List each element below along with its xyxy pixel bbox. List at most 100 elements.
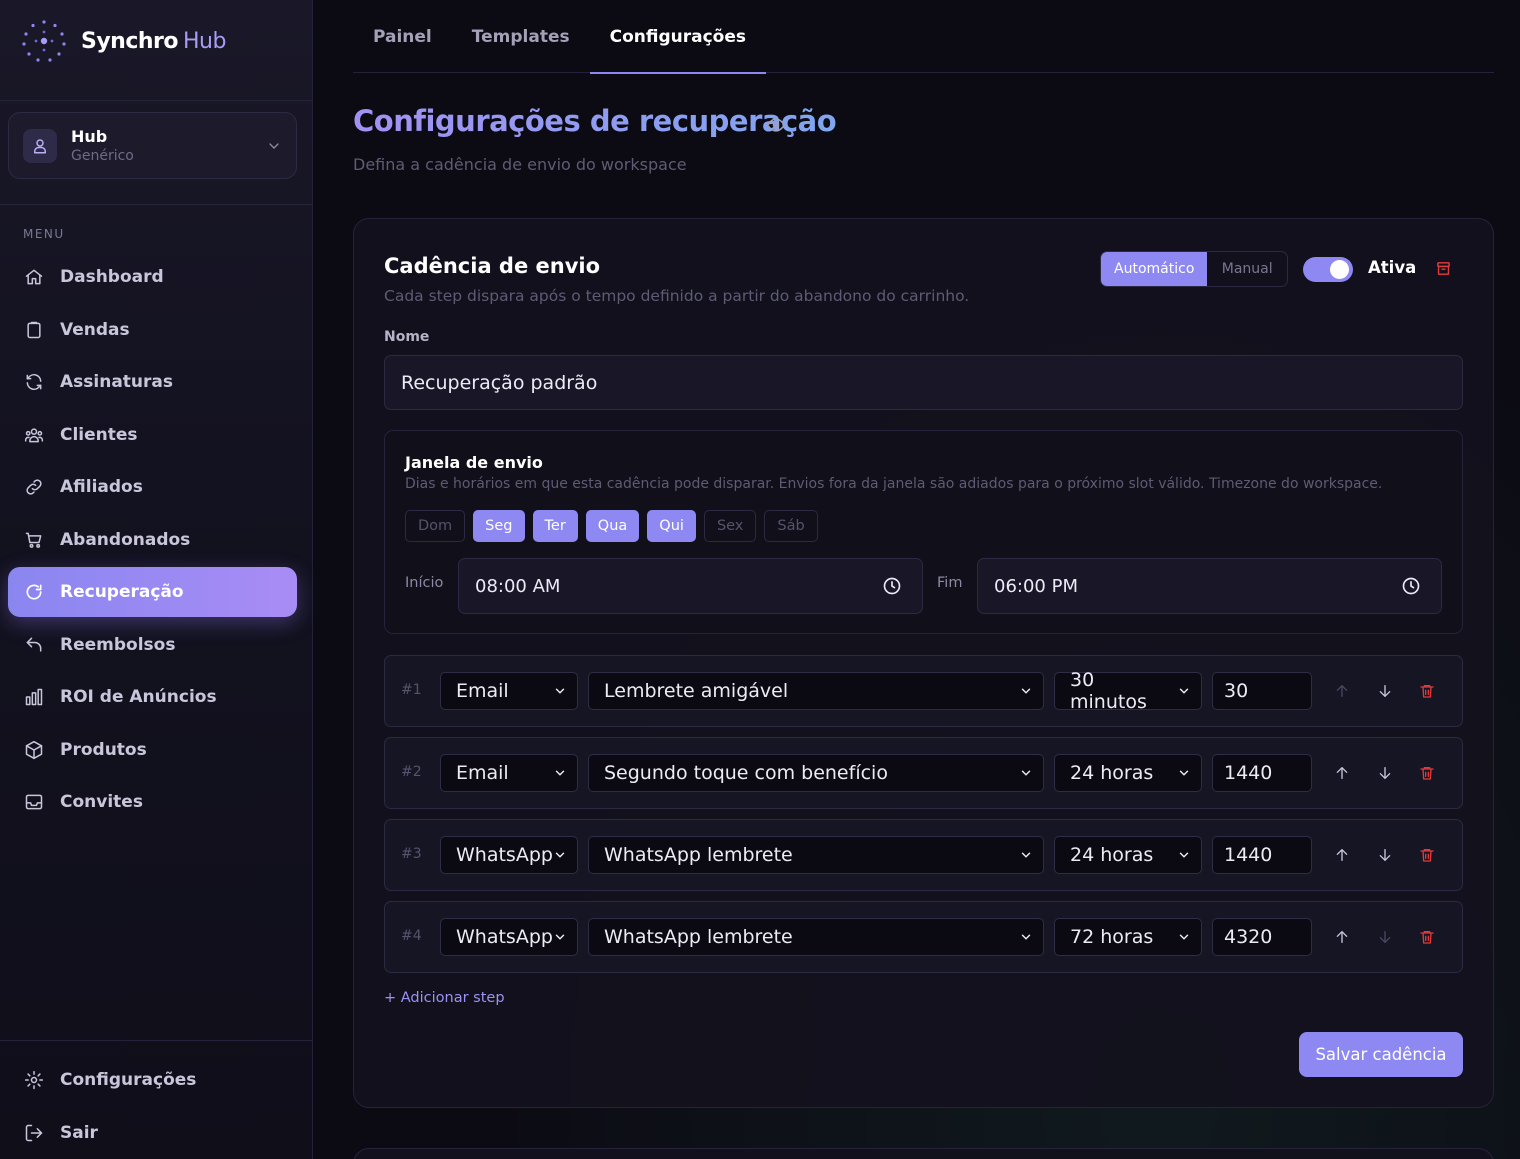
sidebar-item-clientes[interactable]: Clientes: [8, 410, 297, 460]
end-time-value: 06:00 PM: [994, 575, 1078, 597]
trash-icon[interactable]: [1417, 845, 1437, 865]
tab-templates[interactable]: Templates: [452, 0, 590, 73]
cadence-title: Cadência de envio: [384, 254, 601, 278]
sidebar-item-label: Dashboard: [60, 267, 164, 287]
arrow-up-icon[interactable]: [1332, 927, 1352, 947]
day-sab[interactable]: Sáb: [764, 510, 818, 542]
step-channel-select[interactable]: WhatsApp: [440, 918, 578, 956]
step-minutes-input[interactable]: 4320: [1212, 918, 1312, 956]
mode-manual-button[interactable]: Manual: [1207, 252, 1287, 286]
delete-cadence-icon[interactable]: [1435, 260, 1452, 277]
sidebar-item-recuperacao[interactable]: Recuperação: [8, 567, 297, 617]
sidebar-item-label: Reembolsos: [60, 634, 176, 655]
brand-name: Synchro Hub: [81, 29, 226, 54]
eye-icon[interactable]: [765, 115, 787, 135]
trash-icon[interactable]: [1417, 681, 1437, 701]
tab-configuracoes[interactable]: Configurações: [589, 0, 767, 74]
chevron-down-icon: [1179, 770, 1189, 776]
step-number: #4: [401, 928, 422, 944]
step-delay-value: 30 minutos: [1070, 669, 1147, 713]
sidebar-item-reembolsos[interactable]: Reembolsos: [8, 620, 297, 670]
weekday-selector: Dom Seg Ter Qua Qui Sex Sáb: [405, 510, 818, 542]
workspace-switcher[interactable]: Hub Genérico: [8, 112, 297, 179]
workspace-type: Genérico: [71, 148, 134, 164]
active-toggle-label: Ativa: [1368, 258, 1417, 277]
step-row: #4 WhatsApp WhatsApp lembrete 72 horas 4…: [384, 901, 1463, 973]
step-template-select[interactable]: Lembrete amigável: [588, 672, 1044, 710]
step-template-select[interactable]: WhatsApp lembrete: [588, 836, 1044, 874]
gear-icon: [24, 1070, 44, 1090]
step-minutes-input[interactable]: 1440: [1212, 836, 1312, 874]
step-channel-select[interactable]: Email: [440, 672, 578, 710]
sidebar-item-dashboard[interactable]: Dashboard: [8, 252, 297, 302]
step-channel-value: Email: [456, 680, 509, 702]
arrow-down-icon[interactable]: [1375, 763, 1395, 783]
day-qui[interactable]: Qui: [647, 510, 696, 542]
day-dom[interactable]: Dom: [405, 510, 466, 542]
step-minutes-input[interactable]: 1440: [1212, 754, 1312, 792]
divider: [0, 100, 313, 101]
add-step-link[interactable]: + Adicionar step: [384, 990, 505, 1006]
sidebar-item-configuracoes[interactable]: Configurações: [8, 1055, 297, 1105]
day-qua[interactable]: Qua: [585, 510, 640, 542]
mode-automatic-button[interactable]: Automático: [1101, 252, 1208, 286]
trash-icon[interactable]: [1417, 927, 1437, 947]
arrow-down-icon[interactable]: [1375, 845, 1395, 865]
inbox-icon: [25, 794, 43, 810]
sidebar-item-afiliados[interactable]: Afiliados: [8, 462, 297, 512]
save-cadence-button[interactable]: Salvar cadência: [1299, 1032, 1463, 1077]
step-minutes-input[interactable]: 30: [1212, 672, 1312, 710]
step-channel-select[interactable]: Email: [440, 754, 578, 792]
brand-name-main: Synchro: [81, 28, 179, 54]
step-delay-select[interactable]: 24 horas: [1054, 836, 1202, 874]
sidebar-item-label: Produtos: [60, 739, 147, 760]
next-card: [353, 1148, 1494, 1159]
step-row: #3 WhatsApp WhatsApp lembrete 24 horas 1…: [384, 819, 1463, 891]
step-channel-select[interactable]: WhatsApp: [440, 836, 578, 874]
day-seg[interactable]: Seg: [473, 510, 525, 542]
step-template-value: WhatsApp lembrete: [604, 926, 793, 948]
step-delay-select[interactable]: 24 horas: [1054, 754, 1202, 792]
step-template-select[interactable]: WhatsApp lembrete: [588, 918, 1044, 956]
end-time-label: Fim: [937, 575, 963, 591]
step-delay-select[interactable]: 72 horas: [1054, 918, 1202, 956]
step-number: #3: [401, 846, 422, 862]
box-icon: [25, 740, 43, 759]
active-toggle[interactable]: [1303, 257, 1353, 282]
sidebar-item-assinaturas[interactable]: Assinaturas: [8, 357, 297, 407]
chevron-down-icon: [1021, 688, 1031, 694]
sidebar-item-abandonados[interactable]: Abandonados: [8, 515, 297, 565]
sidebar-item-label: Clientes: [60, 424, 138, 445]
cadence-name-input[interactable]: [384, 355, 1463, 410]
sidebar-item-label: Convites: [60, 792, 143, 812]
sidebar-item-produtos[interactable]: Produtos: [8, 725, 297, 775]
sidebar-item-roi-anuncios[interactable]: ROI de Anúncios: [8, 672, 297, 722]
step-delay-select[interactable]: 30 minutos: [1054, 669, 1202, 713]
sidebar-item-sair[interactable]: Sair: [8, 1108, 297, 1158]
brand[interactable]: Synchro Hub: [20, 18, 226, 64]
arrow-down-icon[interactable]: [1375, 681, 1395, 701]
arrow-up-icon[interactable]: [1332, 845, 1352, 865]
step-number: #1: [401, 682, 422, 698]
step-template-select[interactable]: Segundo toque com benefício: [588, 754, 1044, 792]
start-time-value: 08:00 AM: [475, 575, 561, 597]
sidebar-item-label: Vendas: [60, 319, 130, 340]
start-time-input[interactable]: 08:00 AM: [458, 558, 923, 614]
end-time-input[interactable]: 06:00 PM: [977, 558, 1442, 614]
chevron-down-icon: [555, 688, 565, 694]
sidebar-item-label: Recuperação: [60, 582, 184, 602]
link-icon: [26, 479, 42, 495]
step-template-value: WhatsApp lembrete: [604, 844, 793, 866]
tab-painel[interactable]: Painel: [353, 0, 452, 73]
arrow-up-icon: [1332, 681, 1352, 701]
trash-icon[interactable]: [1417, 763, 1437, 783]
sidebar-item-label: ROI de Anúncios: [60, 687, 217, 707]
day-sex[interactable]: Sex: [703, 510, 757, 542]
sidebar-item-convites[interactable]: Convites: [8, 777, 297, 827]
step-template-value: Lembrete amigável: [604, 680, 789, 702]
arrow-up-icon[interactable]: [1332, 763, 1352, 783]
start-time-label: Início: [405, 575, 444, 591]
sidebar-item-vendas[interactable]: Vendas: [8, 305, 297, 355]
day-ter[interactable]: Ter: [532, 510, 578, 542]
send-window-description: Dias e horários em que esta cadência pod…: [405, 476, 1383, 492]
